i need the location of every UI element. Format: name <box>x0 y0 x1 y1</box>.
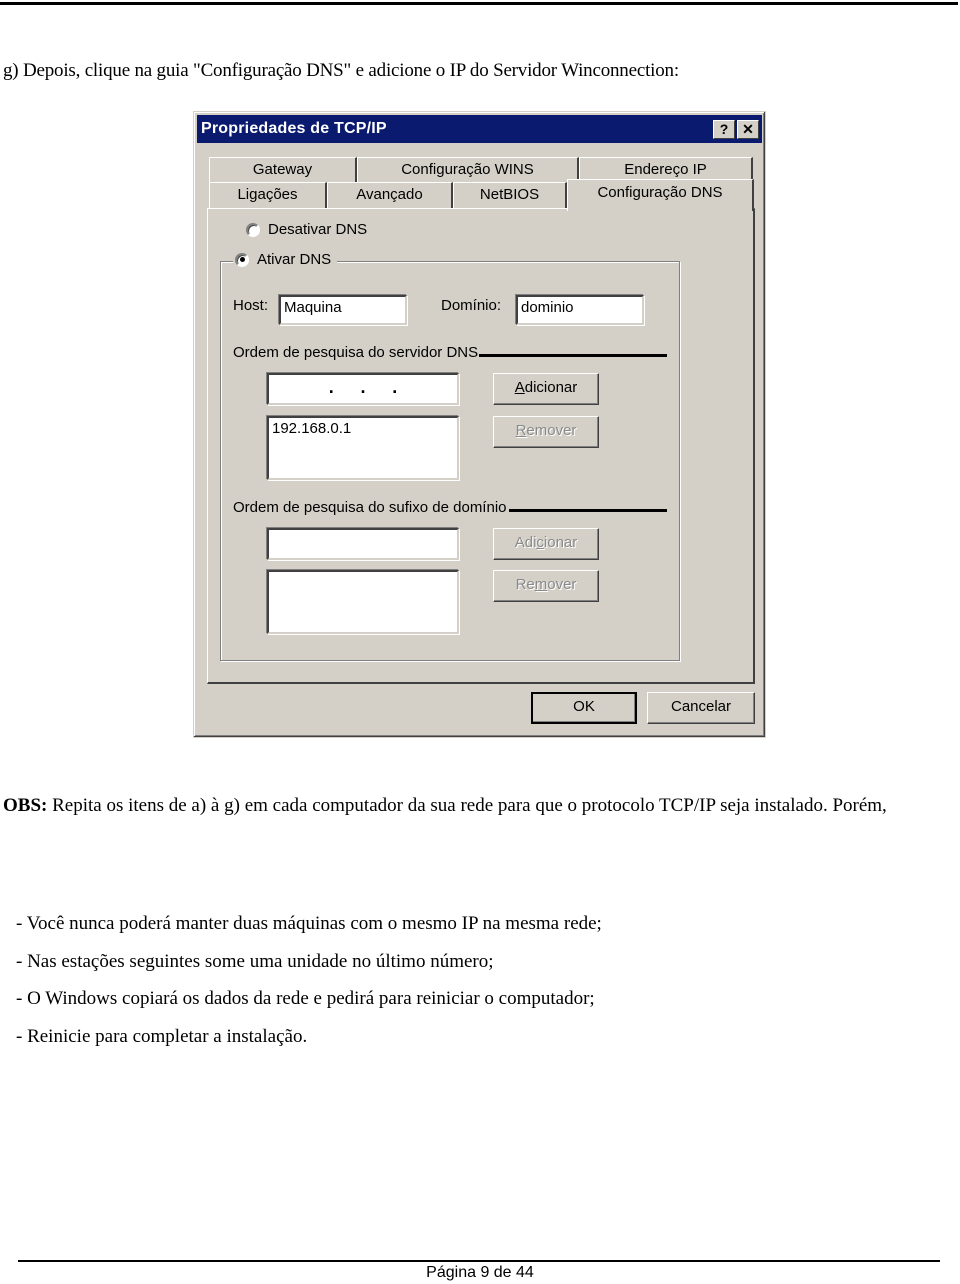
radio-ativar-dns[interactable]: Ativar DNS <box>233 251 338 268</box>
top-rule <box>0 2 958 5</box>
dns-groupbox: Ativar DNS Host: Maquina Domínio: domini… <box>220 251 680 661</box>
radio-label: Ativar DNS <box>257 251 332 268</box>
tab-configuracao-wins[interactable]: Configuração WINS <box>357 157 579 183</box>
dns-list-item[interactable]: 192.168.0.1 <box>272 420 454 437</box>
domain-input[interactable]: dominio <box>516 295 644 325</box>
obs-text: Repita os itens de a) à g) em cada compu… <box>47 795 887 816</box>
suffix-list[interactable] <box>267 570 459 634</box>
notes-list: - Você nunca poderá manter duas máquinas… <box>16 911 602 1061</box>
dns-ip-input[interactable]: ... <box>267 373 459 405</box>
list-item: - Reinicie para completar a instalação. <box>16 1025 308 1047</box>
footer-rule <box>18 1260 940 1262</box>
list-item: - Você nunca poderá manter duas máquinas… <box>16 913 602 934</box>
dns-add-button[interactable]: Adicionar <box>493 373 599 405</box>
suffix-order-label: Ordem de pesquisa do sufixo de domínio <box>233 499 507 516</box>
suffix-add-button[interactable]: Adicionar <box>493 528 599 560</box>
section-divider <box>509 509 667 512</box>
host-label: Host: <box>233 297 269 314</box>
section-divider <box>479 354 667 357</box>
dns-order-label: Ordem de pesquisa do servidor DNS <box>233 344 479 361</box>
dialog-title: Propriedades de TCP/IP <box>201 120 387 137</box>
intro-paragraph: g) Depois, clique na guia "Configuração … <box>3 60 679 81</box>
list-item: - O Windows copiará os dados da rede e p… <box>16 988 595 1009</box>
ip-separators: ... <box>328 377 398 397</box>
obs-label: OBS: <box>3 795 48 816</box>
dns-server-list[interactable]: 192.168.0.1 <box>267 416 459 480</box>
tab-ligacoes[interactable]: Ligações <box>209 182 327 208</box>
suffix-remove-button[interactable]: Remover <box>493 570 599 602</box>
host-input[interactable]: Maquina <box>279 295 407 325</box>
domain-label: Domínio: <box>441 297 502 314</box>
dns-remove-button[interactable]: Remover <box>493 416 599 448</box>
tab-netbios[interactable]: NetBIOS <box>453 182 567 208</box>
radio-button-icon[interactable] <box>235 252 249 267</box>
dialog-titlebar[interactable]: Propriedades de TCP/IP ? ✕ <box>197 115 762 143</box>
suffix-input[interactable] <box>267 528 459 560</box>
tab-configuracao-dns[interactable]: Configuração DNS <box>567 179 754 211</box>
page-number: Página 9 de 44 <box>426 1264 534 1281</box>
close-icon[interactable]: ✕ <box>737 119 759 139</box>
radio-button-icon[interactable] <box>246 222 260 237</box>
dns-tab-panel: Desativar DNS Ativar DNS Host: Maquina D… <box>207 208 755 684</box>
cancel-button[interactable]: Cancelar <box>647 692 755 724</box>
radio-desativar-dns[interactable]: Desativar DNS <box>246 221 367 238</box>
list-item: - Nas estações seguintes some uma unidad… <box>16 950 494 972</box>
tcpip-properties-dialog: Propriedades de TCP/IP ? ✕ Gateway Confi… <box>193 111 766 738</box>
ok-button[interactable]: OK <box>531 692 637 724</box>
obs-paragraph: OBS: Repita os itens de a) à g) em cada … <box>3 793 958 819</box>
tab-gateway[interactable]: Gateway <box>209 157 357 183</box>
tab-avancado[interactable]: Avançado <box>327 182 453 208</box>
help-icon[interactable]: ? <box>713 119 735 139</box>
radio-label: Desativar DNS <box>268 221 368 238</box>
